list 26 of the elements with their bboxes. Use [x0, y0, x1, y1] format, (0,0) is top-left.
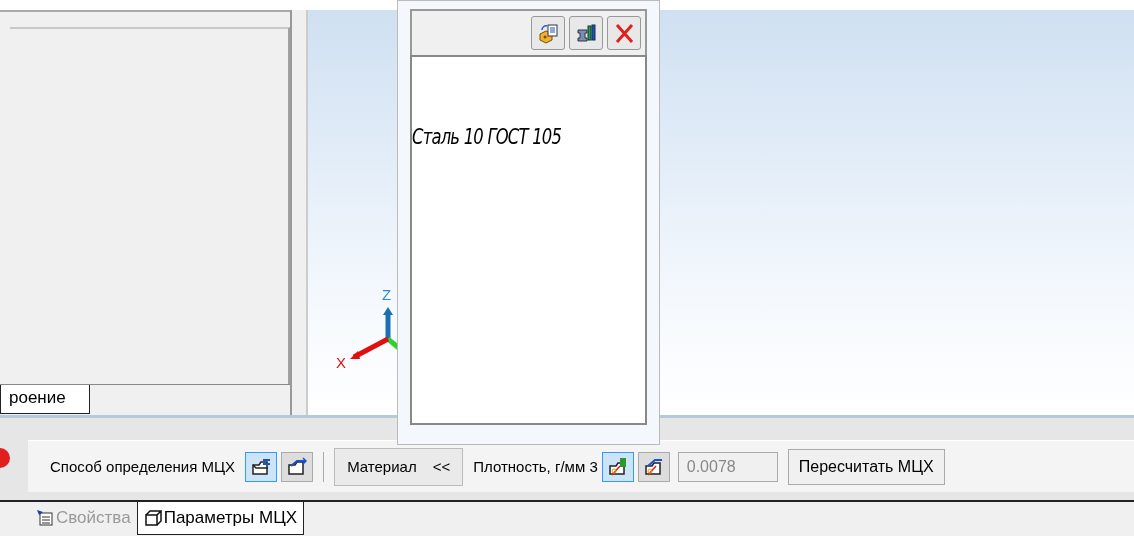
material-library-button[interactable] — [569, 16, 603, 50]
density-button[interactable] — [601, 451, 634, 482]
method-label: Способ определения МЦХ — [50, 458, 236, 475]
load-material-button[interactable] — [531, 16, 565, 50]
close-button[interactable] — [607, 16, 641, 50]
material-name: Сталь 10 ГОСТ 105 — [412, 125, 562, 149]
axis-label: X — [336, 355, 346, 370]
method-button[interactable] — [245, 451, 278, 482]
axis-label: Z — [382, 287, 392, 302]
close-icon — [613, 22, 635, 44]
density-label: Плотность, г/мм 3 — [473, 458, 598, 475]
density-button[interactable] — [637, 451, 670, 482]
panel-tab[interactable]: роение — [0, 385, 90, 414]
tab[interactable]: Параметры МЦХ — [136, 502, 305, 535]
box-document-icon — [537, 22, 559, 44]
folder-list-icon — [251, 456, 272, 477]
books-icon — [575, 22, 597, 44]
box-icon — [143, 509, 162, 527]
material-button[interactable]: Материал << — [334, 447, 464, 486]
folder-pencil-icon — [607, 456, 628, 477]
method-button[interactable] — [281, 451, 314, 482]
recalculate-button[interactable]: Пересчитать МЦХ — [787, 448, 945, 485]
folder-arrow-icon — [287, 456, 308, 477]
document-list-icon — [36, 509, 54, 527]
stop-icon — [0, 448, 10, 468]
folder-pencil-arrow-icon — [643, 456, 664, 477]
